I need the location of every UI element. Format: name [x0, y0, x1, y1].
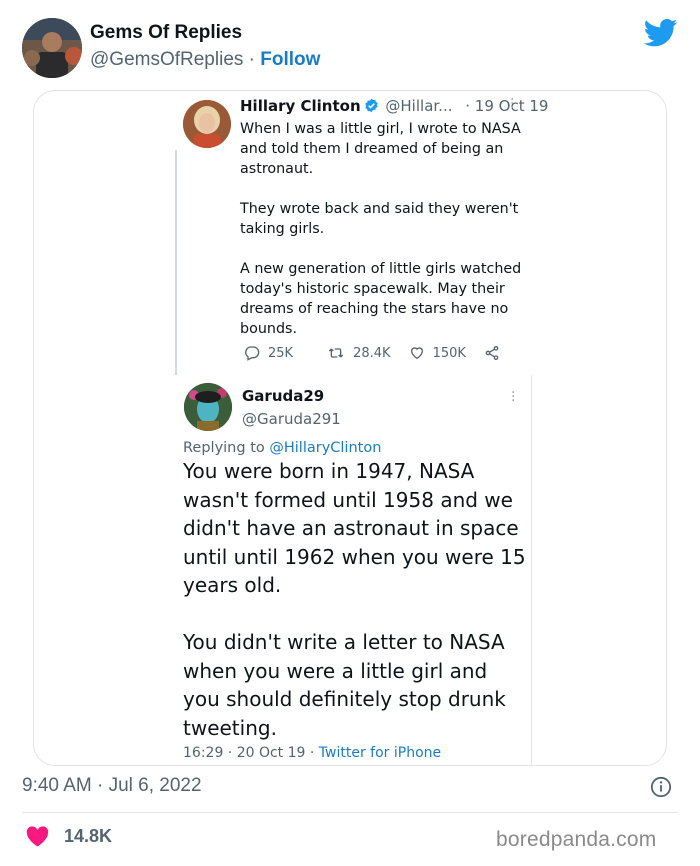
quoted-tweet-header: Hillary Clinton @Hillar... · 19 Oct 19 — [240, 97, 548, 115]
embed-like-count[interactable]: 14.8K — [64, 826, 112, 847]
quoted-tweet-actions: 25K 28.4K 150K — [244, 345, 526, 361]
retweet-icon — [328, 348, 344, 358]
reply-count: 25K — [268, 345, 294, 361]
more-vertical-icon[interactable]: · · · — [511, 386, 515, 408]
share-action[interactable] — [484, 345, 508, 361]
reply-tweet-meta: 16:29 · 20 Oct 19 · Twitter for iPhone — [183, 745, 441, 761]
embed-header: Gems Of Replies @GemsOfReplies · Follow — [0, 0, 700, 90]
replying-prefix: Replying to — [183, 440, 265, 456]
tweet-paragraph: You were born in 1947, NASA wasn't forme… — [183, 459, 526, 597]
separator-dot: · — [248, 49, 255, 70]
like-icon — [410, 347, 423, 360]
reply-author-avatar[interactable] — [184, 383, 232, 431]
replying-to-line: Replying to @HillaryClinton — [183, 440, 381, 456]
quoted-author-handle[interactable]: @Hillar... — [385, 97, 452, 115]
follow-button[interactable]: Follow — [260, 49, 320, 70]
author-avatar[interactable] — [22, 18, 82, 78]
tweet-paragraph: You didn't write a letter to NASA when y… — [183, 630, 506, 740]
twitter-bird-icon[interactable] — [644, 18, 678, 48]
tweet-paragraph: A new generation of little girls watched… — [240, 261, 522, 337]
quoted-author-avatar[interactable] — [183, 100, 231, 148]
like-action[interactable]: 150K — [409, 345, 466, 361]
reply-icon — [245, 346, 260, 361]
reply-author-name[interactable]: Garuda29 — [242, 387, 324, 405]
tweet-source[interactable]: Twitter for iPhone — [319, 745, 441, 761]
reply-tweet-time[interactable]: 16:29 · 20 Oct 19 · — [183, 745, 319, 761]
author-handle[interactable]: @GemsOfReplies — [90, 49, 243, 70]
author-name[interactable]: Gems Of Replies — [90, 22, 242, 44]
retweet-count: 28.4K — [353, 345, 391, 361]
like-count: 150K — [432, 345, 466, 361]
verified-badge-icon — [364, 98, 378, 113]
tweet-paragraph: They wrote back and said they weren't ta… — [240, 201, 519, 237]
author-handle-row: @GemsOfReplies · Follow — [90, 49, 320, 71]
info-icon[interactable] — [650, 776, 672, 798]
retweet-action[interactable]: 28.4K — [327, 345, 391, 361]
footer-divider — [22, 812, 678, 813]
heart-icon[interactable] — [26, 826, 49, 847]
watermark: boredpanda.com — [496, 828, 657, 851]
reply-tweet-text: You were born in 1947, NASA wasn't forme… — [183, 457, 528, 771]
reply-action[interactable]: 25K — [244, 345, 293, 361]
more-vertical-icon[interactable]: · · · — [510, 93, 514, 115]
tweet-paragraph: When I was a little girl, I wrote to NAS… — [240, 121, 521, 177]
reply-border-line — [531, 375, 532, 765]
thread-connector-line — [175, 150, 177, 375]
quoted-tweet-text: When I was a little girl, I wrote to NAS… — [240, 119, 530, 359]
quoted-author-name[interactable]: Hillary Clinton — [240, 97, 361, 115]
embed-timestamp[interactable]: 9:40 AM · Jul 6, 2022 — [22, 775, 202, 797]
replying-to-link[interactable]: @HillaryClinton — [269, 440, 381, 456]
reply-author-handle[interactable]: @Garuda291 — [242, 410, 341, 428]
share-icon — [485, 346, 499, 360]
quoted-tweet-date[interactable]: · 19 Oct 19 — [465, 97, 548, 115]
